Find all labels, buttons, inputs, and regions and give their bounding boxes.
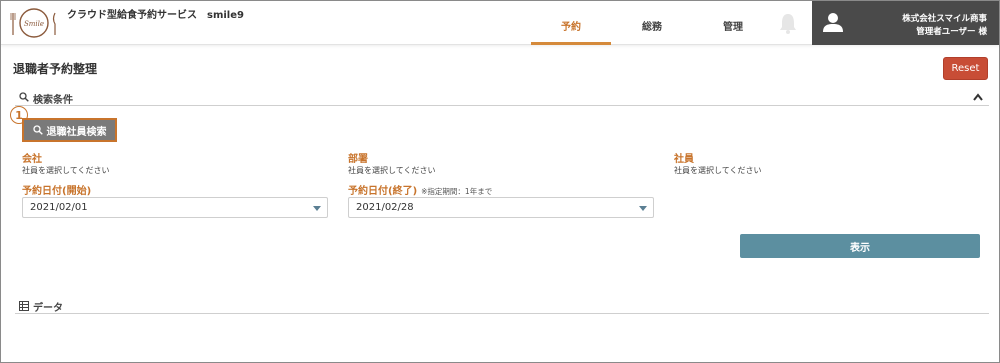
app-frame: Smile クラウド型給食予約サービス smile9 予約 総務 管理 株式会社… xyxy=(0,0,1000,363)
nav-tab-general-affairs[interactable]: 総務 xyxy=(615,1,689,45)
top-header: Smile クラウド型給食予約サービス smile9 予約 総務 管理 株式会社… xyxy=(1,1,999,45)
date-start-label-text: 予約日付(開始) xyxy=(22,186,92,197)
date-start-value: 2021/02/01 xyxy=(30,202,88,213)
chevron-up-icon[interactable] xyxy=(973,93,983,101)
nav-tab-label: 予約 xyxy=(561,21,581,33)
nav-tab-admin[interactable]: 管理 xyxy=(693,1,773,45)
main-nav: 予約 総務 管理 xyxy=(531,1,773,45)
service-title: クラウド型給食予約サービス smile9 xyxy=(67,10,244,21)
user-menu[interactable]: 株式会社スマイル商事 管理者ユーザー 様 xyxy=(812,1,999,45)
date-end-select[interactable]: 2021/02/28 xyxy=(348,197,654,218)
chevron-down-icon xyxy=(639,206,647,211)
date-start-select[interactable]: 2021/02/01 xyxy=(22,197,328,218)
page-title: 退職者予約整理 xyxy=(13,62,98,76)
nav-tab-reservation[interactable]: 予約 xyxy=(531,1,611,45)
date-end-note: ※指定期間：1年まで xyxy=(421,187,493,196)
retiree-search-label: 退職社員検索 xyxy=(46,126,107,138)
retiree-search-button[interactable]: 退職社員検索 xyxy=(22,118,117,142)
reset-button[interactable]: Reset xyxy=(943,57,988,80)
search-conditions-label: 検索条件 xyxy=(33,95,73,106)
search-icon xyxy=(32,125,43,135)
company-value: 社員を選択してください xyxy=(22,166,110,175)
user-name: 管理者ユーザー 様 xyxy=(916,27,987,37)
bell-icon[interactable] xyxy=(777,11,799,35)
department-label: 部署 xyxy=(348,154,368,165)
nav-tab-label: 管理 xyxy=(723,21,743,33)
department-value: 社員を選択してください xyxy=(348,166,436,175)
date-start-label: 予約日付(開始) xyxy=(22,182,91,197)
nav-tab-label: 総務 xyxy=(642,21,662,33)
smile-logo[interactable]: Smile xyxy=(9,5,59,41)
data-section-label: データ xyxy=(33,303,63,314)
logo-text: Smile xyxy=(24,20,44,28)
date-end-label-text: 予約日付(終了) xyxy=(348,186,418,197)
show-button[interactable]: 表示 xyxy=(740,234,980,258)
table-icon xyxy=(19,301,29,311)
user-icon xyxy=(823,13,843,32)
date-end-label: 予約日付(終了) ※指定期間：1年まで xyxy=(348,182,492,197)
employee-label: 社員 xyxy=(674,154,694,165)
user-company: 株式会社スマイル商事 xyxy=(902,14,987,24)
employee-value: 社員を選択してください xyxy=(674,166,762,175)
search-conditions-header[interactable]: 検索条件 xyxy=(15,89,989,106)
chevron-down-icon xyxy=(313,206,321,211)
company-label: 会社 xyxy=(22,154,42,165)
search-icon xyxy=(19,92,29,102)
date-end-value: 2021/02/28 xyxy=(356,202,414,213)
data-section-header: データ xyxy=(15,298,989,314)
